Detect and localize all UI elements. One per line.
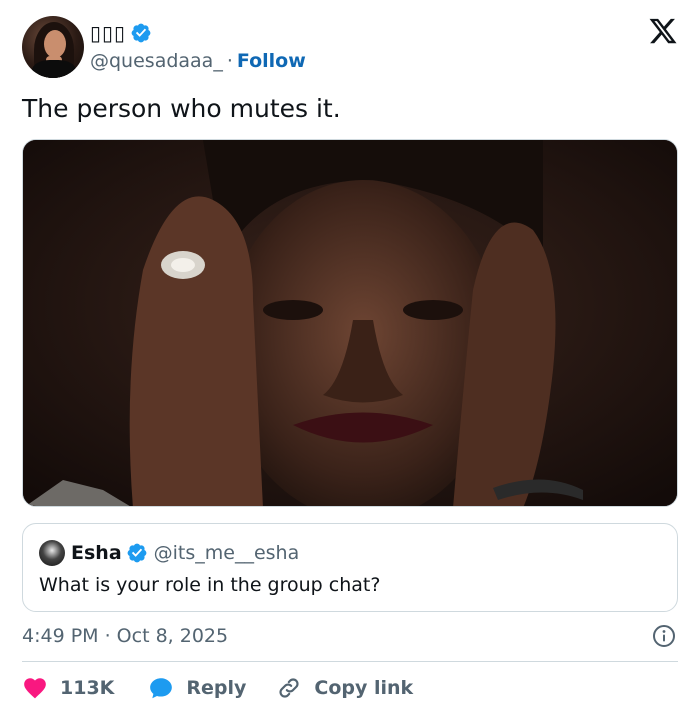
- x-logo-icon[interactable]: [648, 16, 678, 46]
- quoted-tweet[interactable]: Esha @its_me__esha What is your role in …: [22, 523, 678, 612]
- verified-badge-icon: [131, 23, 151, 43]
- author-name-row: ▯▯▯: [90, 18, 152, 48]
- tweet-text: The person who mutes it.: [22, 94, 341, 123]
- quoted-author-avatar[interactable]: [39, 540, 65, 566]
- tweet-timestamp[interactable]: 4:49 PM · Oct 8, 2025: [22, 622, 228, 650]
- heart-icon: [24, 678, 46, 699]
- like-button[interactable]: 113K: [22, 672, 114, 704]
- author-display-name[interactable]: ▯▯▯: [90, 21, 126, 45]
- tweet-header: ▯▯▯ @quesadaaa_ · Follow: [22, 16, 678, 78]
- author-avatar[interactable]: [22, 16, 84, 78]
- follow-button[interactable]: Follow: [237, 50, 306, 72]
- info-icon[interactable]: [652, 624, 676, 648]
- separator-dot: ·: [226, 50, 233, 72]
- tweet-media-image[interactable]: [22, 139, 678, 507]
- copy-link-button[interactable]: Copy link: [276, 672, 413, 704]
- quoted-author-name[interactable]: Esha: [71, 542, 122, 564]
- divider: [22, 661, 678, 662]
- quoted-tweet-header: Esha @its_me__esha: [39, 540, 299, 566]
- quoted-author-handle[interactable]: @its_me__esha: [154, 542, 300, 564]
- quoted-tweet-text: What is your role in the group chat?: [39, 574, 381, 596]
- reply-button[interactable]: Reply: [148, 672, 246, 704]
- copy-link-label: Copy link: [314, 677, 414, 699]
- media-photo: [23, 140, 677, 506]
- likes-count: 113K: [60, 677, 115, 699]
- verified-badge-icon: [127, 543, 147, 563]
- tweet-actions-bar: 113K Reply Copy link: [22, 672, 413, 704]
- link-icon: [279, 678, 299, 698]
- author-handle[interactable]: @quesadaaa_: [90, 50, 223, 72]
- reply-label: Reply: [186, 677, 247, 699]
- author-handle-row: @quesadaaa_ · Follow: [90, 47, 306, 75]
- reply-bubble-icon: [150, 678, 173, 699]
